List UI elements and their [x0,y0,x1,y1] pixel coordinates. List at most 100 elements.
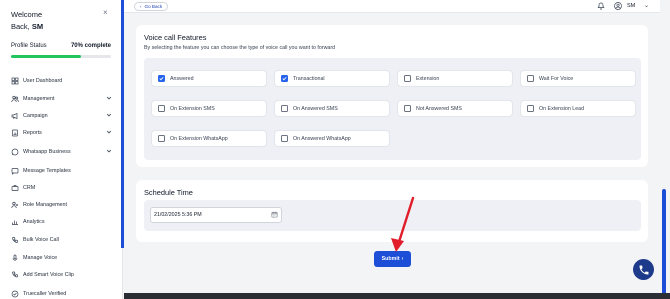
calendar-icon[interactable] [271,211,278,218]
top-bar [124,0,660,13]
feature-option-answered[interactable]: Answered [151,70,267,87]
feature-checkbox[interactable] [158,75,165,82]
user-avatar-icon[interactable] [614,2,622,10]
sidebar-item-label: Bulk Voice Call [23,236,59,243]
sidebar-item-label: Whatsapp Business [23,148,71,155]
call-fab-button[interactable] [633,259,654,280]
sidebar-item-label: CRM [23,184,36,191]
sidebar-item-user-dashboard[interactable]: User Dashboard [10,76,112,85]
feature-label: On Extension SMS [170,105,215,112]
sidebar-item-label: Message Templates [23,167,71,174]
bottom-strip [124,293,670,299]
voice-call-title: Voice call Features [144,33,207,42]
feature-checkbox[interactable] [281,75,288,82]
sidebar-item-whatsapp-business[interactable]: Whatsapp Business [10,147,112,156]
sidebar-item-label: Management [23,95,55,102]
sidebar-item-label: Reports [23,129,42,136]
schedule-datetime-input[interactable]: 21/02/2025 5:36 PM [150,207,282,223]
message-icon [10,166,19,175]
feature-label: On Extension WhatsApp [170,135,228,142]
submit-label: Submit [381,256,400,262]
grid-icon [10,76,19,85]
main-scrollbar[interactable] [662,189,666,299]
sidebar-item-role-management[interactable]: Role Management [10,200,112,209]
sidebar-item-message-templates[interactable]: Message Templates [10,166,112,175]
feature-option-transactional[interactable]: Transactional [274,70,390,87]
go-back-button[interactable]: ‹ Go Back [134,2,169,11]
chevron-down-icon [106,148,112,156]
sidebar-scrollbar[interactable] [121,0,124,248]
feature-checkbox[interactable] [158,105,165,112]
schedule-datetime-value: 21/02/2025 5:36 PM [154,212,202,218]
profile-progress-fill [11,55,81,58]
sidebar-item-crm[interactable]: CRM [10,183,112,192]
welcome-text: Welcome Back, SM [11,9,43,33]
feature-label: Not Answered SMS [416,105,462,112]
chevron-down-icon [106,95,112,103]
chevron-down-icon[interactable]: ⌄ [644,2,649,9]
sidebar-item-label: Add Smart Voice Clip [23,271,74,278]
role-icon [10,200,19,209]
sidebar-item-label: User Dashboard [23,77,63,84]
mic-icon [10,253,19,262]
feature-checkbox[interactable] [281,105,288,112]
user-initials: SM [31,22,44,31]
chevron-right-icon: › [401,256,404,262]
profile-status: Profile Status 70% complete [11,43,111,49]
profile-complete-text: 70% complete [70,43,111,49]
sidebar-item-label: Analytics [23,218,45,225]
sidebar-item-add-smart-voice-clip[interactable]: Add Smart Voice Clip [10,270,112,279]
user-menu-name[interactable]: SM [627,3,635,9]
feature-option-wait-for-voice[interactable]: Wait For Voice [520,70,636,87]
bell-icon[interactable] [597,2,605,10]
feature-option-on-answered-whatsapp[interactable]: On Answered WhatsApp [274,130,390,147]
close-icon[interactable]: × [103,8,108,17]
sidebar-item-label: Truecaller Verified [23,290,67,297]
bulk-call-icon [10,235,19,244]
analytics-icon [10,217,19,226]
sidebar-item-analytics[interactable]: Analytics [10,217,112,226]
schedule-title: Schedule Time [144,188,193,197]
phone-icon [639,265,648,274]
whatsapp-icon [10,147,19,156]
feature-option-not-answered-sms[interactable]: Not Answered SMS [397,100,513,117]
feature-label: On Answered SMS [293,105,338,112]
chevron-down-icon [106,129,112,137]
sidebar-item-management[interactable]: Management [10,94,112,103]
report-icon [10,128,19,137]
go-back-label: Go Back [144,4,163,9]
chevron-down-icon [106,112,112,120]
welcome-label: Welcome [11,10,43,19]
sidebar-item-label: Manage Voice [23,254,58,261]
megaphone-icon [10,111,19,120]
sidebar-item-manage-voice[interactable]: Manage Voice [10,253,112,262]
feature-checkbox[interactable] [158,135,165,142]
feature-checkbox[interactable] [404,75,411,82]
feature-label: Extension [416,75,440,82]
crm-icon [10,183,19,192]
submit-button[interactable]: Submit › [374,251,411,267]
feature-label: Transactional [293,75,325,82]
feature-checkbox[interactable] [281,135,288,142]
profile-status-label: Profile Status [11,43,47,49]
feature-option-on-answered-sms[interactable]: On Answered SMS [274,100,390,117]
feature-option-extension[interactable]: Extension [397,70,513,87]
sidebar-item-campaign[interactable]: Campaign [10,111,112,120]
feature-option-on-extension-whatsapp[interactable]: On Extension WhatsApp [151,130,267,147]
feature-checkbox[interactable] [527,75,534,82]
feature-option-on-extension-lead[interactable]: On Extension Lead [520,100,636,117]
chevron-left-icon: ‹ [140,4,142,9]
users-icon [10,94,19,103]
sidebar-item-bulk-voice-call[interactable]: Bulk Voice Call [10,235,112,244]
feature-checkbox[interactable] [527,105,534,112]
sidebar-item-truecaller-verified[interactable]: Truecaller Verified [10,289,112,298]
sidebar-item-label: Role Management [23,201,68,208]
welcome-user-line: Back, SM [11,21,43,33]
sidebar-item-reports[interactable]: Reports [10,128,112,137]
phone-icon [10,270,19,279]
sidebar-item-label: Campaign [23,112,48,119]
feature-label: Wait For Voice [539,75,574,82]
sidebar: Welcome Back, SM × Profile Status 70% co… [0,0,123,299]
feature-checkbox[interactable] [404,105,411,112]
feature-option-on-extension-sms[interactable]: On Extension SMS [151,100,267,117]
